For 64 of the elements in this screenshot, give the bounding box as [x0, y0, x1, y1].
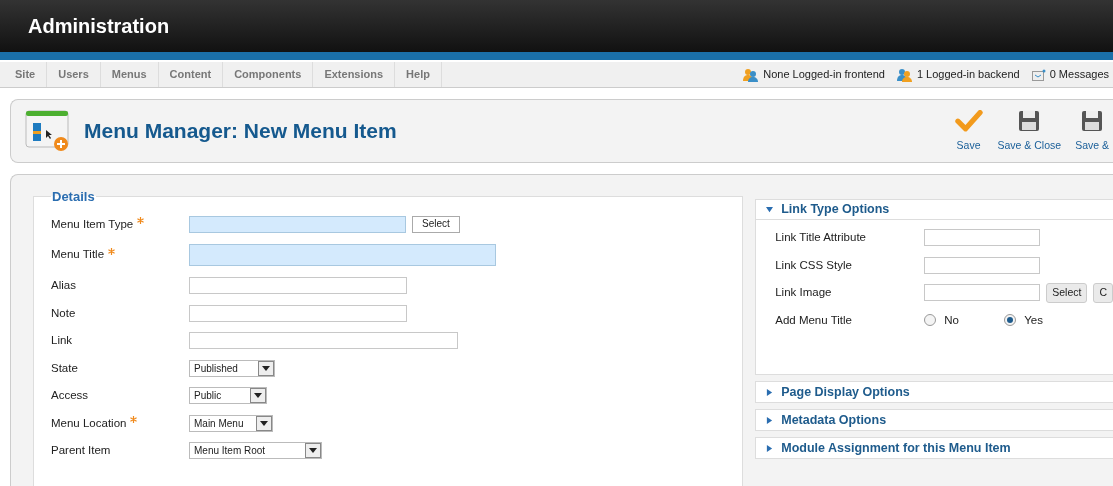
- radio-label: No: [944, 312, 959, 328]
- field-label: Link CSS Style: [775, 257, 853, 273]
- text-field[interactable]: [189, 277, 407, 295]
- status-text: 1 Logged-in backend: [916, 67, 1020, 83]
- message-icon: [1031, 68, 1046, 81]
- field-label: Add Menu Title: [775, 312, 853, 328]
- field-label: Link: [51, 333, 73, 349]
- select-button[interactable]: Select: [412, 215, 460, 233]
- users-icon: [743, 67, 760, 82]
- text-field[interactable]: [189, 304, 407, 322]
- users-icon: [896, 67, 913, 82]
- radio-label: Yes: [1024, 312, 1043, 328]
- checkmark-icon: [953, 110, 984, 133]
- page-title: Menu Manager: New Menu Item: [84, 118, 397, 145]
- toolbar-button[interactable]: Save &: [1071, 110, 1113, 154]
- text-field[interactable]: [924, 256, 1041, 274]
- field-label: Note: [51, 305, 76, 321]
- accordion-header[interactable]: Module Assignment for this Menu Item: [756, 438, 1113, 458]
- required-asterisk-icon: [137, 216, 145, 224]
- menu-item[interactable]: Components: [223, 62, 314, 87]
- field-label: Access: [51, 388, 89, 404]
- status-text: None Logged-in frontend: [763, 67, 885, 83]
- text-field[interactable]: [924, 229, 1041, 247]
- radio-button[interactable]: [924, 314, 937, 327]
- menu-item[interactable]: Menus: [100, 62, 159, 87]
- accordion-header[interactable]: Metadata Options: [756, 410, 1113, 430]
- status-text: 0 Messages: [1049, 67, 1109, 83]
- menu-manager-icon: [25, 110, 69, 152]
- field-label: State: [51, 360, 78, 376]
- dropdown[interactable]: Main Menu: [189, 414, 273, 432]
- field-label: Parent Item: [51, 443, 111, 459]
- required-asterisk-icon: [108, 247, 116, 255]
- field-label: Alias: [51, 278, 76, 294]
- radio-button[interactable]: [1004, 314, 1017, 327]
- toolbar-button[interactable]: Save & Close: [993, 110, 1066, 154]
- required-asterisk-icon: [130, 415, 138, 423]
- dropdown[interactable]: Public: [189, 387, 267, 405]
- menu-item[interactable]: Site: [7, 62, 48, 87]
- header-title: Administration: [28, 14, 170, 39]
- menu-item[interactable]: Content: [158, 62, 224, 87]
- caret-right-icon: [766, 388, 774, 396]
- accordion-header[interactable]: Link Type Options: [756, 200, 1113, 220]
- field-label: Link Image: [775, 285, 833, 301]
- option-button[interactable]: Select: [1046, 282, 1088, 303]
- fieldset-legend: Details: [51, 187, 96, 207]
- accordion-header[interactable]: Page Display Options: [756, 382, 1113, 402]
- caret-right-icon: [766, 416, 774, 424]
- field-label: Link Title Attribute: [775, 230, 867, 246]
- text-field[interactable]: [924, 284, 1041, 302]
- menu-item[interactable]: Extensions: [313, 62, 396, 87]
- caret-down-icon: [766, 206, 774, 213]
- text-field[interactable]: [189, 244, 496, 266]
- field-label: Menu Item Type: [51, 216, 134, 232]
- toolbar-button[interactable]: Save: [949, 110, 988, 154]
- menu-item[interactable]: Users: [47, 62, 101, 87]
- field-label: Menu Location: [51, 415, 127, 431]
- text-field[interactable]: [189, 332, 458, 350]
- option-button[interactable]: C: [1093, 282, 1113, 303]
- menu-item[interactable]: Help: [395, 62, 442, 87]
- dropdown[interactable]: Menu Item Root: [189, 442, 322, 460]
- field-label: Menu Title: [51, 247, 105, 263]
- caret-right-icon: [766, 444, 774, 452]
- dropdown[interactable]: Published: [189, 359, 275, 377]
- text-field[interactable]: [189, 215, 406, 233]
